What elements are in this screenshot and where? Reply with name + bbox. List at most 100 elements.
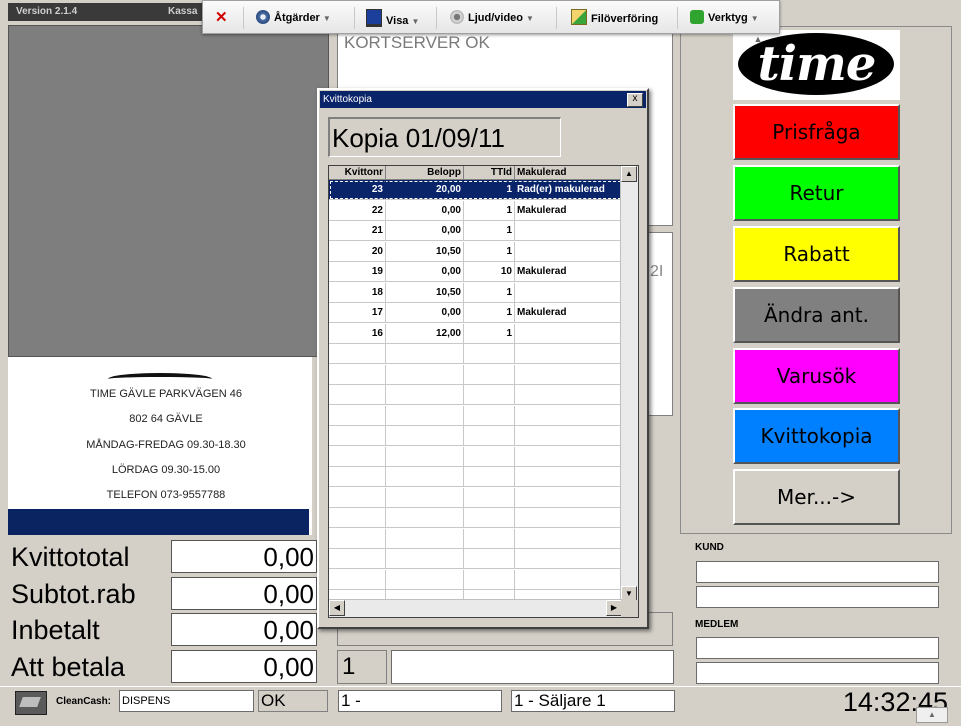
register-field: 1 -	[338, 690, 502, 712]
table-cell	[386, 344, 464, 363]
scroll-left-icon[interactable]: ◀	[329, 600, 345, 616]
table-cell	[329, 487, 386, 507]
table-row[interactable]: 20 10,50 1	[329, 241, 622, 262]
column-header[interactable]: Kvittonr	[329, 166, 386, 180]
table-row[interactable]	[329, 549, 622, 569]
toolbar-atgarder[interactable]: Åtgärder ▼	[256, 9, 331, 27]
dialog-close-button[interactable]: x	[627, 93, 643, 107]
table-cell: 18	[329, 282, 386, 302]
table-row[interactable]	[329, 364, 622, 385]
varusok-button[interactable]: Varusök	[733, 348, 900, 404]
column-header[interactable]: Makulerad	[515, 166, 622, 180]
toolbar-visa[interactable]: Visa ▼	[366, 9, 419, 27]
table-row[interactable]: 17 0,00 1 Makulerad	[329, 303, 622, 323]
table-cell	[515, 426, 622, 445]
rabatt-button[interactable]: Rabatt	[733, 226, 900, 282]
scroll-right-icon[interactable]: ▶	[606, 600, 622, 616]
table-cell	[515, 508, 622, 527]
dialog-title: Kvittokopia	[323, 94, 372, 105]
collapse-icon[interactable]: ▲	[916, 707, 948, 723]
table-cell: 0,00	[386, 200, 464, 220]
table-cell: 0,00	[386, 221, 464, 240]
receipt-grid: Kvittonr Belopp TTId Makulerad 23 20,00 1 R…	[328, 165, 639, 618]
ok-status: OK	[258, 690, 328, 712]
table-cell	[464, 549, 515, 568]
table-row[interactable]: 21 0,00 1	[329, 221, 622, 241]
att-betala-label: Att betala	[11, 652, 126, 682]
toolbar-verktyg[interactable]: Verktyg ▼	[690, 9, 759, 27]
puzzle-icon	[690, 10, 704, 24]
table-row[interactable]	[329, 405, 622, 426]
table-cell: 1	[464, 241, 515, 261]
version-label: Version 2.1.4	[16, 6, 78, 17]
toolbar-ljud-video[interactable]: Ljud/video ▼	[450, 9, 534, 27]
att-betala-value: 0,00	[171, 650, 317, 683]
server-status-text: KORTSERVER OK	[344, 33, 490, 52]
table-row[interactable]	[329, 426, 622, 446]
table-cell	[515, 467, 622, 486]
table-row[interactable]	[329, 385, 622, 405]
receipt-logo-arc	[108, 373, 212, 385]
kund-field-1[interactable]	[696, 561, 939, 583]
remote-toolbar: ✕ Åtgärder ▼ Visa ▼ Ljud/video ▼ Filöverför…	[202, 0, 780, 34]
toolbar-filoverforing[interactable]: Filöverföring	[571, 9, 658, 27]
table-row[interactable]	[329, 569, 622, 590]
table-row[interactable]	[329, 344, 622, 364]
table-cell	[329, 344, 386, 363]
close-icon[interactable]: ✕	[215, 9, 228, 27]
retur-button[interactable]: Retur	[733, 165, 900, 221]
column-header[interactable]: Belopp	[386, 166, 464, 180]
table-row[interactable]	[329, 487, 622, 508]
app-label: Kassa	[168, 6, 198, 17]
table-row[interactable]	[329, 508, 622, 528]
kvittototal-value: 0,00	[171, 540, 317, 573]
table-row[interactable]: 22 0,00 1 Makulerad	[329, 200, 622, 221]
table-cell	[329, 364, 386, 384]
column-header[interactable]: TTId	[464, 166, 515, 180]
kvittokopia-button[interactable]: Kvittokopia	[733, 408, 900, 464]
table-cell	[515, 385, 622, 404]
medlem-field-2[interactable]	[696, 662, 939, 684]
dialog-title-bar: Kvittokopia x	[320, 91, 646, 108]
scroll-up-icon[interactable]: ▲	[621, 166, 637, 182]
kund-label: KUND	[695, 542, 724, 553]
table-row[interactable]: 18 10,50 1	[329, 282, 622, 303]
andra-antal-button[interactable]: Ändra ant.	[733, 287, 900, 343]
table-cell	[329, 569, 386, 589]
table-row[interactable]: 16 12,00 1	[329, 323, 622, 344]
horizontal-scrollbar[interactable]: ◀ ▶	[329, 599, 622, 617]
inbetalt-label: Inbetalt	[11, 615, 100, 645]
table-row[interactable]: 19 0,00 10 Makulerad	[329, 262, 622, 282]
file-transfer-icon	[571, 9, 587, 25]
table-cell	[386, 569, 464, 589]
article-input[interactable]	[391, 650, 674, 684]
table-row[interactable]: 23 20,00 1 Rad(er) makulerad	[329, 180, 622, 200]
table-cell	[515, 221, 622, 240]
table-cell: 1	[464, 180, 515, 199]
receipt-line: 802 64 GÄVLE	[129, 413, 203, 425]
mer-button[interactable]: Mer...->	[733, 469, 900, 525]
scroll-up-icon[interactable]: ▲	[748, 34, 768, 46]
table-cell	[329, 426, 386, 445]
table-cell	[386, 487, 464, 507]
table-row[interactable]	[329, 467, 622, 487]
prisfraga-button[interactable]: Prisfråga	[733, 104, 900, 160]
table-row[interactable]	[329, 446, 622, 467]
table-cell: 23	[329, 180, 386, 199]
medlem-field-1[interactable]	[696, 637, 939, 659]
cleancash-value: DISPENS	[119, 690, 254, 712]
cleancash-label: CleanCash:	[56, 696, 112, 707]
table-cell	[386, 467, 464, 486]
table-cell: 19	[329, 262, 386, 281]
status-bar: CleanCash: DISPENS OK 1 - 1 - Säljare 1 …	[0, 686, 961, 726]
kvittokopia-dialog: Kvittokopia x Kopia 01/09/11 Kvittonr Be…	[317, 88, 649, 629]
vertical-scrollbar[interactable]: ▲ ▼	[620, 166, 638, 602]
table-cell	[515, 344, 622, 363]
scrollbar-corner	[621, 600, 638, 617]
table-row[interactable]	[329, 528, 622, 549]
quantity-field[interactable]: 1	[337, 650, 387, 684]
table-cell: 10,50	[386, 282, 464, 302]
table-cell	[329, 446, 386, 466]
table-cell	[386, 405, 464, 425]
kund-field-2[interactable]	[696, 586, 939, 608]
